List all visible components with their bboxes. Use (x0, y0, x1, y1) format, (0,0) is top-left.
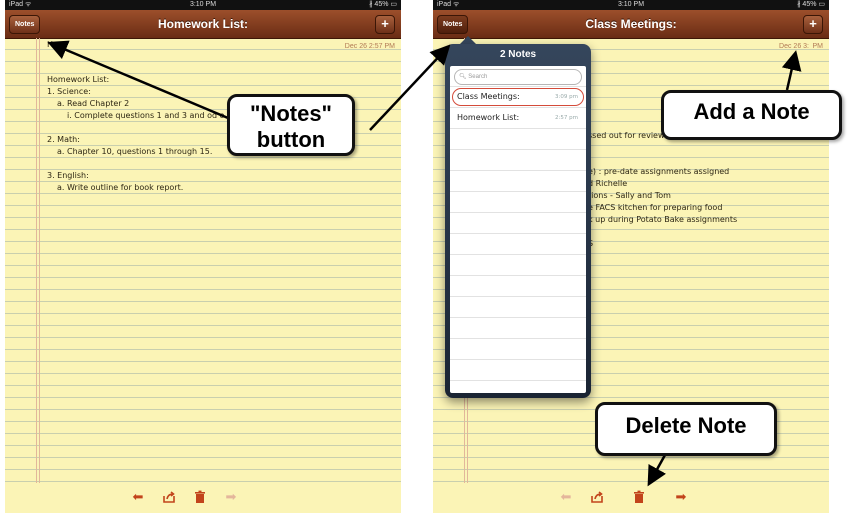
arrow-to-right-notes-button (369, 44, 451, 131)
arrow-to-trash-button (647, 454, 667, 487)
callout-line: button (256, 127, 326, 152)
add-note-callout: Add a Note (661, 90, 842, 140)
delete-note-callout: Delete Note (595, 402, 777, 456)
callout-line: "Notes" (250, 101, 332, 126)
arrow-to-left-notes-button (47, 40, 229, 120)
arrow-to-add-button (781, 50, 802, 91)
notes-button-callout: "Notes" button (227, 94, 355, 156)
